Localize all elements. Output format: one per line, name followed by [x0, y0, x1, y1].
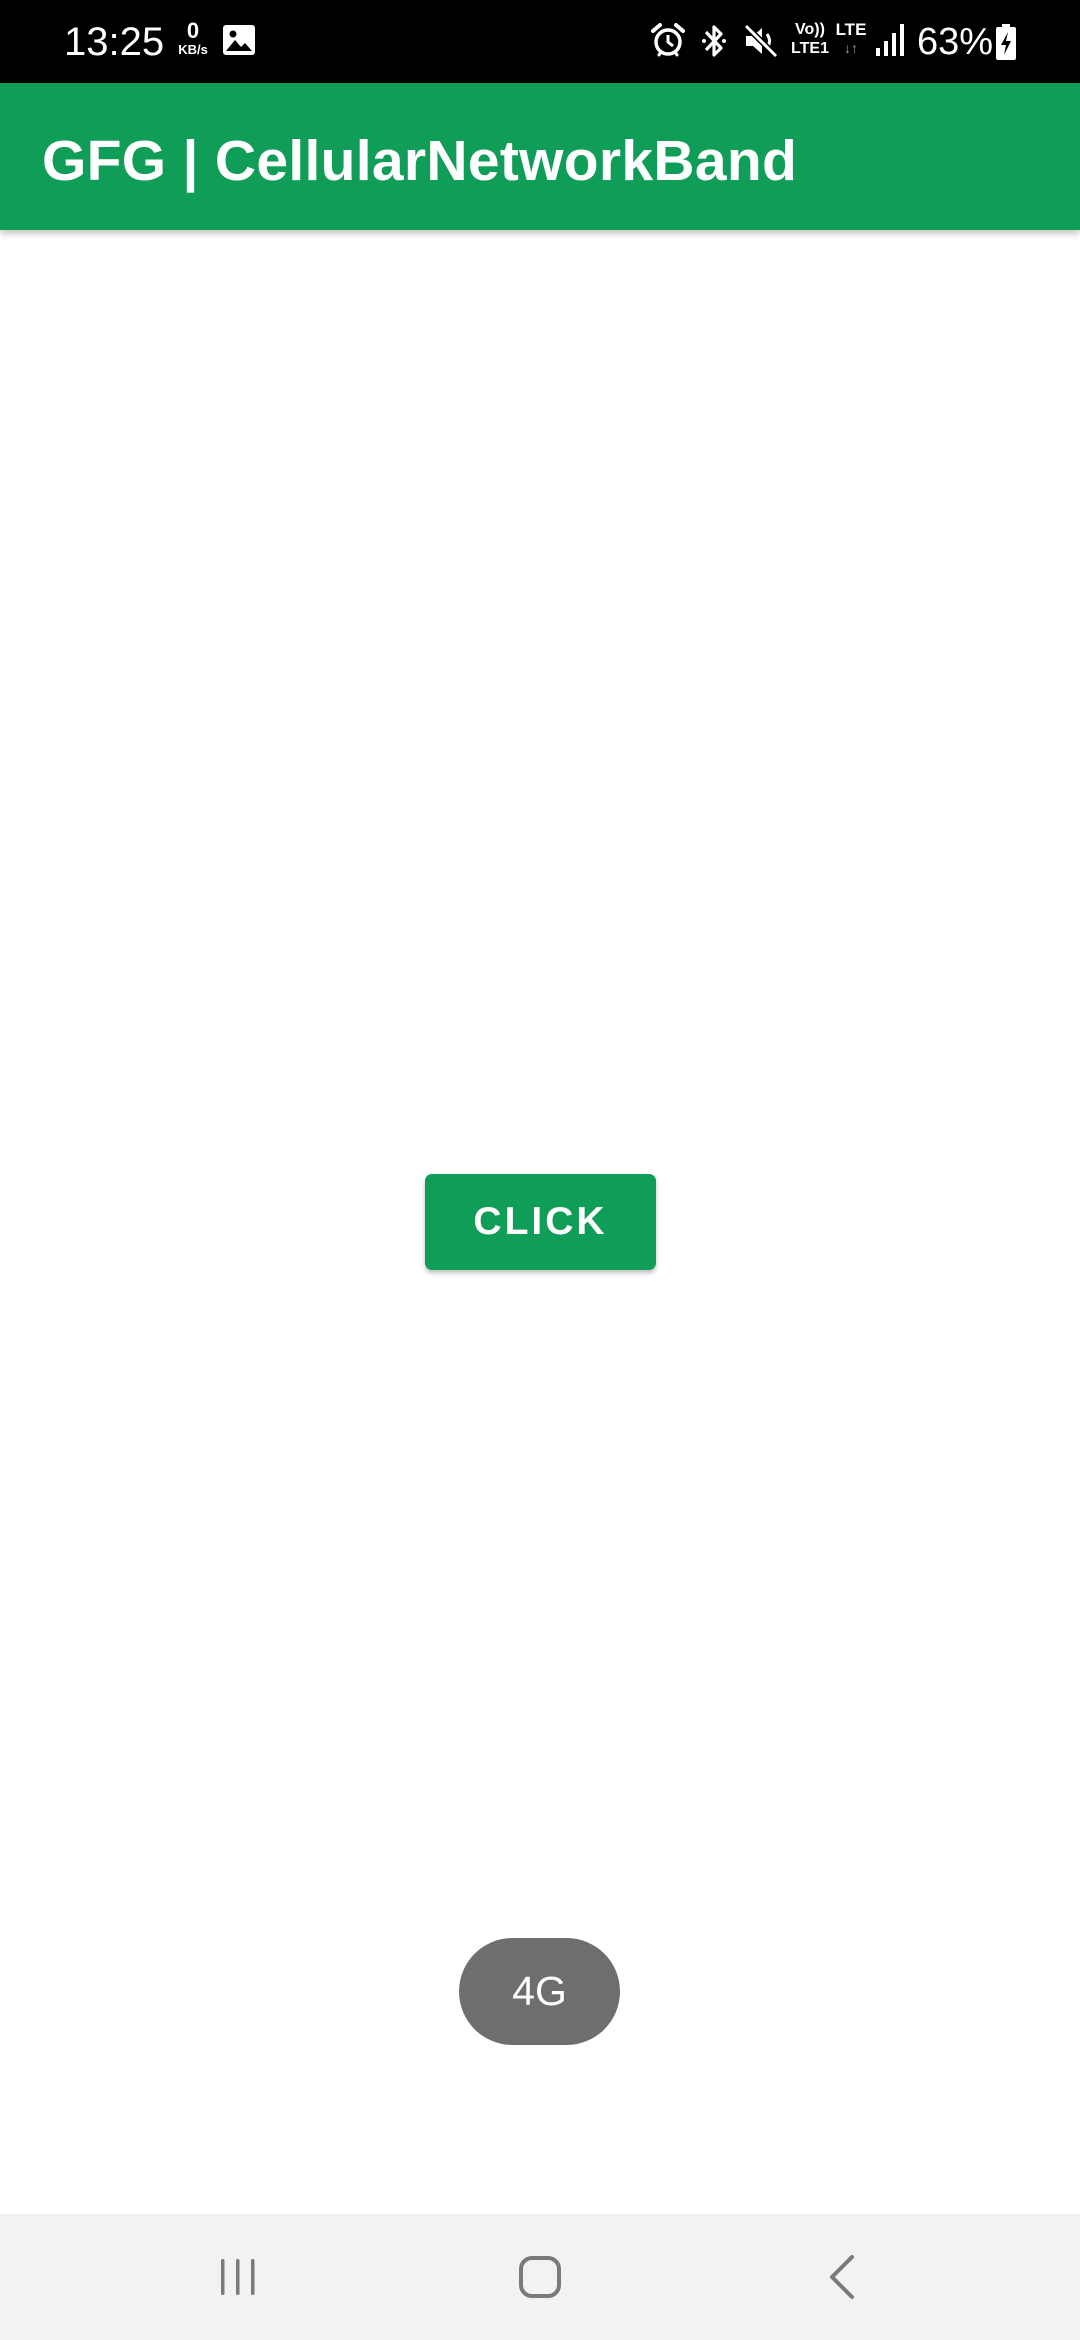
network-speed-value: 0 — [186, 18, 200, 43]
home-icon — [519, 2256, 561, 2298]
app-bar: GFG | CellularNetworkBand — [0, 83, 1080, 230]
alarm-icon — [651, 23, 685, 57]
gallery-icon — [223, 25, 255, 55]
mute-icon — [743, 23, 779, 59]
battery-charging-icon — [996, 24, 1016, 60]
back-button[interactable] — [742, 2214, 942, 2340]
recents-icon — [221, 2259, 255, 2295]
volte-line1: Vo)) — [795, 21, 825, 38]
bluetooth-icon — [702, 25, 726, 57]
status-bar: 13:25 0 KB/s Vo)) LTE1 LTE ↓↑ 63% — [0, 0, 1080, 83]
volte-icon: Vo)) LTE1 — [788, 20, 832, 58]
lte-icon: LTE ↓↑ — [834, 20, 868, 56]
screen: 13:25 0 KB/s Vo)) LTE1 LTE ↓↑ 63% GFG | … — [0, 0, 1080, 2340]
toast-message: 4G — [459, 1938, 620, 2045]
back-icon — [830, 2255, 854, 2299]
lte-label: LTE — [835, 20, 867, 39]
click-button[interactable]: CLICK — [425, 1174, 656, 1270]
recents-button[interactable] — [138, 2214, 338, 2340]
status-time: 13:25 — [64, 20, 165, 64]
home-button[interactable] — [440, 2214, 640, 2340]
network-speed-indicator: 0 KB/s — [175, 20, 211, 58]
app-title: GFG | CellularNetworkBand — [42, 129, 798, 193]
signal-icon — [876, 24, 904, 56]
battery-percent: 63% — [917, 21, 994, 63]
volte-line2: LTE1 — [791, 40, 829, 57]
lte-arrows: ↓↑ — [844, 40, 858, 56]
network-speed-unit: KB/s — [178, 42, 208, 57]
navigation-bar — [0, 2214, 1080, 2340]
